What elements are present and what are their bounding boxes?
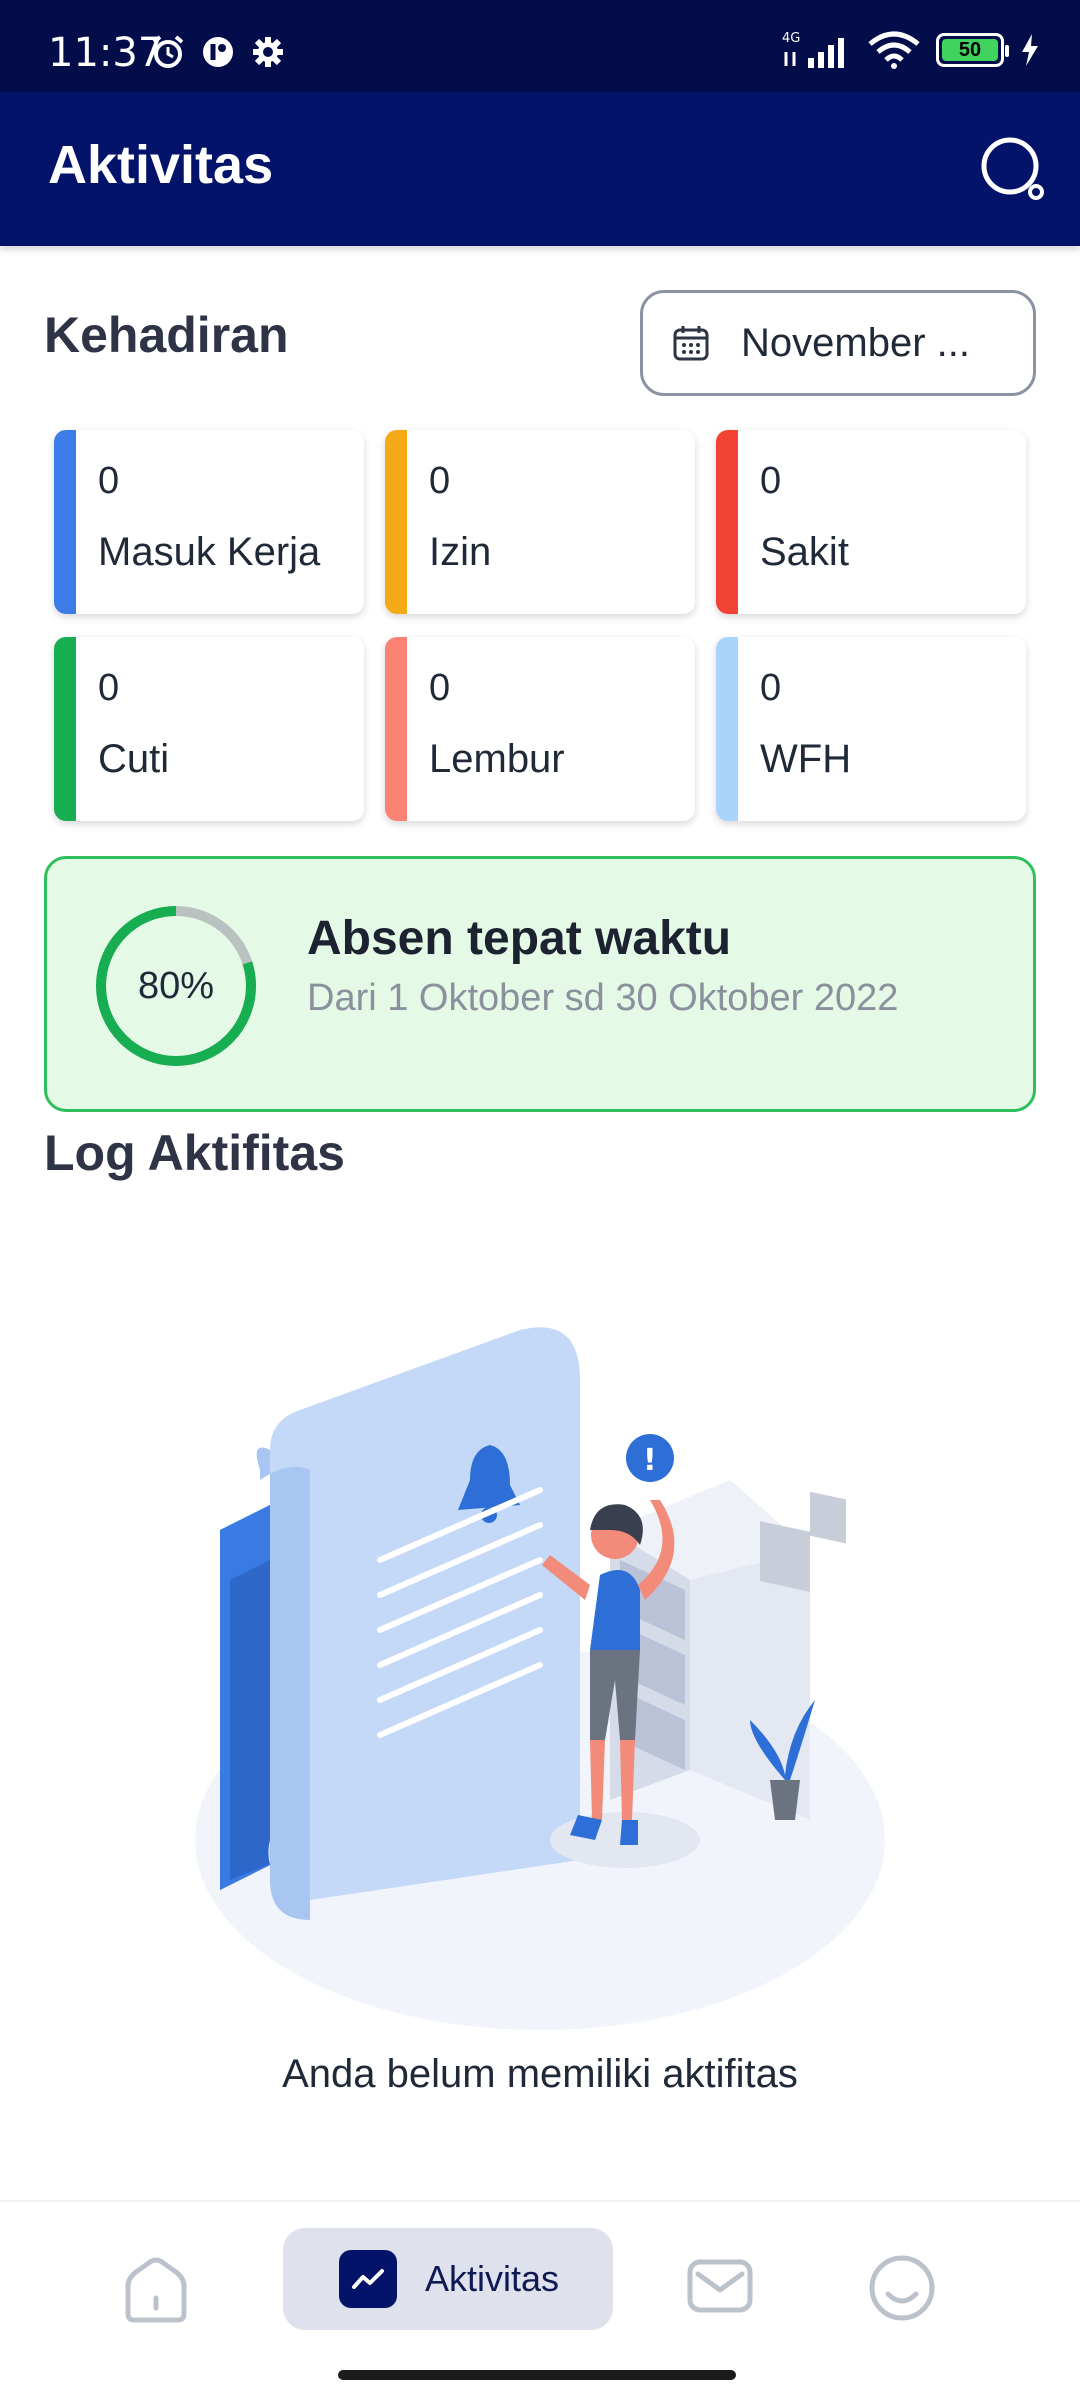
card-accent [54, 637, 76, 821]
status-bar: 11:37 4G 50 [0, 0, 1080, 92]
card-accent [716, 430, 738, 614]
on-time-title: Absen tepat waktu [307, 912, 732, 965]
inbox-icon[interactable] [684, 2250, 756, 2322]
attendance-title: Kehadiran [44, 307, 289, 363]
card-label: Cuti [98, 737, 170, 781]
card-label: Masuk Kerja [98, 530, 321, 574]
stat-card-izin[interactable]: 0 Izin [385, 430, 695, 614]
card-accent [716, 637, 738, 821]
status-time: 11:37 [48, 30, 164, 76]
status-icons-left [150, 34, 286, 70]
activity-icon [339, 2250, 397, 2308]
on-time-summary[interactable]: 80% Absen tepat waktu Dari 1 Oktober sd … [44, 856, 1036, 1112]
card-accent [54, 430, 76, 614]
month-picker-label: November ... [741, 320, 970, 365]
card-accent [385, 430, 407, 614]
card-value: 0 [760, 667, 782, 709]
card-label: WFH [760, 737, 852, 781]
stat-card-masuk-kerja[interactable]: 0 Masuk Kerja [54, 430, 364, 614]
battery-icon: 50 [936, 33, 1009, 67]
calendar-icon [673, 326, 709, 361]
battery-level: 50 [942, 39, 998, 61]
card-label: Lembur [429, 737, 565, 781]
on-time-period: Dari 1 Oktober sd 30 Oktober 2022 [307, 977, 899, 1019]
svg-text:!: ! [643, 1443, 657, 1478]
alarm-icon [152, 35, 184, 68]
nav-item-label: Aktivitas [425, 2258, 560, 2299]
card-value: 0 [760, 460, 782, 502]
home-icon[interactable] [120, 2254, 192, 2326]
card-value: 0 [98, 667, 120, 709]
search-icon[interactable] [978, 134, 1048, 204]
month-picker[interactable]: November ... [640, 290, 1036, 396]
card-value: 0 [429, 460, 451, 502]
stat-card-sakit[interactable]: 0 Sakit [716, 430, 1026, 614]
card-value: 0 [98, 460, 120, 502]
svg-text:4G: 4G [782, 31, 800, 46]
card-accent [385, 637, 407, 821]
empty-state-text: Anda belum memiliki aktifitas [282, 2052, 798, 2096]
app-icon [203, 37, 233, 67]
charging-icon [1022, 34, 1038, 66]
nav-item-aktivitas[interactable]: Aktivitas [283, 2228, 613, 2330]
stat-card-lembur[interactable]: 0 Lembur [385, 637, 695, 821]
on-time-percent: 80% [137, 964, 215, 1007]
home-indicator[interactable] [338, 2370, 736, 2380]
stat-card-wfh[interactable]: 0 WFH [716, 637, 1026, 821]
empty-state-illustration: ! [195, 1327, 885, 2030]
profile-icon[interactable] [866, 2252, 938, 2324]
card-value: 0 [429, 667, 451, 709]
settings-icon [253, 37, 283, 67]
stat-card-cuti[interactable]: 0 Cuti [54, 637, 364, 821]
app-bar: Aktivitas [0, 92, 1080, 246]
wifi-icon [868, 31, 920, 69]
activity-log-title: Log Aktifitas [44, 1125, 345, 1181]
status-icons-right: 4G 50 [782, 30, 1040, 70]
card-label: Izin [429, 530, 492, 574]
page-title: Aktivitas [48, 135, 274, 195]
card-label: Sakit [760, 530, 849, 574]
signal-icon: 4G [782, 31, 844, 68]
